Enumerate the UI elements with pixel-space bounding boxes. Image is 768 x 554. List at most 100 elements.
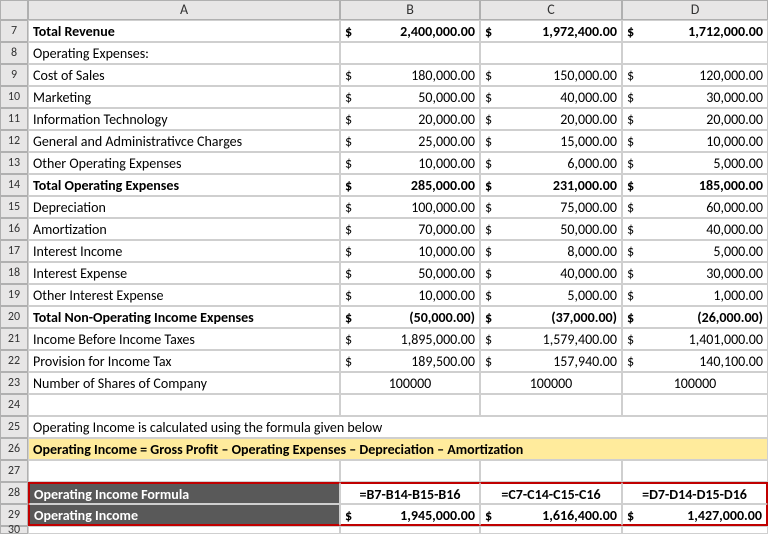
cell-A8[interactable]: Operating Expenses: <box>28 42 340 64</box>
row-header-7[interactable]: 7 <box>0 20 28 42</box>
cell-C19[interactable]: $5,000.00 <box>480 284 622 306</box>
cell-C15[interactable]: $75,000.00 <box>480 196 622 218</box>
cell-B19[interactable]: $10,000.00 <box>340 284 480 306</box>
col-header-C[interactable]: C <box>480 0 622 20</box>
cell-A13[interactable]: Other Operating Expenses <box>28 152 340 174</box>
cell-D7[interactable]: $1,712,000.00 <box>622 20 768 42</box>
cell-blank-24-1[interactable] <box>340 394 480 416</box>
cell-D11[interactable]: $20,000.00 <box>622 108 768 130</box>
cell-B16[interactable]: $70,000.00 <box>340 218 480 240</box>
row-header-19[interactable]: 19 <box>0 284 28 306</box>
cell-D12[interactable]: $10,000.00 <box>622 130 768 152</box>
operating-income-C[interactable]: $1,616,400.00 <box>480 504 622 526</box>
cell-D14[interactable]: $185,000.00 <box>622 174 768 196</box>
row-header-17[interactable]: 17 <box>0 240 28 262</box>
cell-B21[interactable]: $1,895,000.00 <box>340 328 480 350</box>
row-header-14[interactable]: 14 <box>0 174 28 196</box>
row-header-11[interactable]: 11 <box>0 108 28 130</box>
cell-A9[interactable]: Cost of Sales <box>28 64 340 86</box>
cell-B17[interactable]: $10,000.00 <box>340 240 480 262</box>
cell-C13[interactable]: $6,000.00 <box>480 152 622 174</box>
formula-D[interactable]: =D7-D14-D15-D16 <box>622 482 768 504</box>
cell-C23[interactable]: 100000 <box>480 372 622 394</box>
row-header-12[interactable]: 12 <box>0 130 28 152</box>
formula-B[interactable]: =B7-B14-B15-B16 <box>340 482 480 504</box>
cell-blank-27-2[interactable] <box>480 460 622 482</box>
cell-blank-27-0[interactable] <box>28 460 340 482</box>
cell-B9[interactable]: $180,000.00 <box>340 64 480 86</box>
cell-B10[interactable]: $50,000.00 <box>340 86 480 108</box>
spreadsheet-grid[interactable]: ABCD 7Total Revenue$2,400,000.00$1,972,40… <box>0 0 768 534</box>
col-header-A[interactable]: A <box>28 0 340 20</box>
cell-D10[interactable]: $30,000.00 <box>622 86 768 108</box>
cell-B13[interactable]: $10,000.00 <box>340 152 480 174</box>
row-header-10[interactable]: 10 <box>0 86 28 108</box>
row-header-25[interactable]: 25 <box>0 416 28 438</box>
cell-blank-27-1[interactable] <box>340 460 480 482</box>
cell-C21[interactable]: $1,579,400.00 <box>480 328 622 350</box>
row-header-26[interactable]: 26 <box>0 438 28 460</box>
cell-B23[interactable]: 100000 <box>340 372 480 394</box>
row-header-13[interactable]: 13 <box>0 152 28 174</box>
cell-C8[interactable] <box>480 42 622 64</box>
cell-blank-30-1[interactable] <box>340 526 480 534</box>
row-header-8[interactable]: 8 <box>0 42 28 64</box>
formula-C[interactable]: =C7-C14-C15-C16 <box>480 482 622 504</box>
cell-blank-27-3[interactable] <box>622 460 768 482</box>
cell-D13[interactable]: $5,000.00 <box>622 152 768 174</box>
row-header-20[interactable]: 20 <box>0 306 28 328</box>
row-header-15[interactable]: 15 <box>0 196 28 218</box>
cell-D8[interactable] <box>622 42 768 64</box>
cell-B11[interactable]: $20,000.00 <box>340 108 480 130</box>
cell-C22[interactable]: $157,940.00 <box>480 350 622 372</box>
cell-A11[interactable]: Information Technology <box>28 108 340 130</box>
row-header-24[interactable]: 24 <box>0 394 28 416</box>
cell-C7[interactable]: $1,972,400.00 <box>480 20 622 42</box>
cell-B18[interactable]: $50,000.00 <box>340 262 480 284</box>
row-header-16[interactable]: 16 <box>0 218 28 240</box>
row-header-21[interactable]: 21 <box>0 328 28 350</box>
cell-blank-24-0[interactable] <box>28 394 340 416</box>
cell-B14[interactable]: $285,000.00 <box>340 174 480 196</box>
cell-C12[interactable]: $15,000.00 <box>480 130 622 152</box>
cell-A19[interactable]: Other Interest Expense <box>28 284 340 306</box>
cell-A15[interactable]: Depreciation <box>28 196 340 218</box>
operating-income-B[interactable]: $1,945,000.00 <box>340 504 480 526</box>
cell-C9[interactable]: $150,000.00 <box>480 64 622 86</box>
cell-D17[interactable]: $5,000.00 <box>622 240 768 262</box>
cell-A21[interactable]: Income Before Income Taxes <box>28 328 340 350</box>
cell-D15[interactable]: $60,000.00 <box>622 196 768 218</box>
cell-D16[interactable]: $40,000.00 <box>622 218 768 240</box>
row-header-30[interactable]: 30 <box>0 526 28 534</box>
cell-C18[interactable]: $40,000.00 <box>480 262 622 284</box>
cell-blank-30-0[interactable] <box>28 526 340 534</box>
cell-C17[interactable]: $8,000.00 <box>480 240 622 262</box>
cell-D23[interactable]: 100000 <box>622 372 768 394</box>
cell-blank-24-3[interactable] <box>622 394 768 416</box>
row-header-9[interactable]: 9 <box>0 64 28 86</box>
cell-D9[interactable]: $120,000.00 <box>622 64 768 86</box>
cell-A20[interactable]: Total Non-Operating Income Expenses <box>28 306 340 328</box>
row-header-28[interactable]: 28 <box>0 482 28 504</box>
cell-A10[interactable]: Marketing <box>28 86 340 108</box>
cell-D20[interactable]: $(26,000.00) <box>622 306 768 328</box>
col-header-B[interactable]: B <box>340 0 480 20</box>
cell-C20[interactable]: $(37,000.00) <box>480 306 622 328</box>
row-header-18[interactable]: 18 <box>0 262 28 284</box>
row-header-22[interactable]: 22 <box>0 350 28 372</box>
cell-D22[interactable]: $140,100.00 <box>622 350 768 372</box>
operating-income-D[interactable]: $1,427,000.00 <box>622 504 768 526</box>
cell-A12[interactable]: General and Administrativce Charges <box>28 130 340 152</box>
row-header-23[interactable]: 23 <box>0 372 28 394</box>
cell-A7[interactable]: Total Revenue <box>28 20 340 42</box>
cell-A22[interactable]: Provision for Income Tax <box>28 350 340 372</box>
cell-D21[interactable]: $1,401,000.00 <box>622 328 768 350</box>
cell-B7[interactable]: $2,400,000.00 <box>340 20 480 42</box>
col-header-D[interactable]: D <box>622 0 768 20</box>
row-header-27[interactable]: 27 <box>0 460 28 482</box>
cell-blank-30-3[interactable] <box>622 526 768 534</box>
cell-C11[interactable]: $20,000.00 <box>480 108 622 130</box>
cell-A16[interactable]: Amortization <box>28 218 340 240</box>
cell-A17[interactable]: Interest Income <box>28 240 340 262</box>
cell-D19[interactable]: $1,000.00 <box>622 284 768 306</box>
